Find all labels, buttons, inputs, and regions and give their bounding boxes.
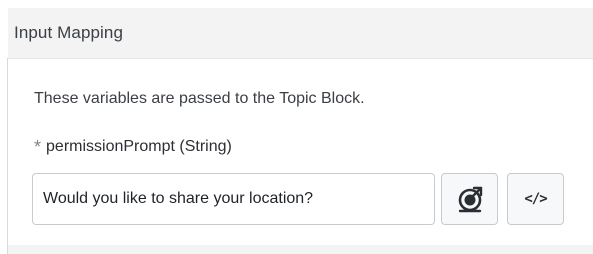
code-icon: </> (524, 191, 547, 207)
input-mapping-panel: Input Mapping These variables are passed… (0, 0, 593, 254)
section-header: Input Mapping (8, 8, 593, 59)
resource-picker-icon (458, 186, 482, 213)
section-title: Input Mapping (14, 23, 124, 42)
field-label: permissionPrompt (String) (46, 138, 232, 155)
section-description: These variables are passed to the Topic … (34, 90, 365, 107)
permission-prompt-input[interactable] (32, 173, 435, 225)
resource-picker-button[interactable] (441, 173, 498, 225)
section-body: These variables are passed to the Topic … (8, 59, 593, 245)
field-label-row: * permissionPrompt (String) (34, 138, 232, 156)
section-footer (8, 245, 593, 254)
required-marker: * (34, 137, 42, 157)
code-editor-button[interactable]: </> (507, 173, 564, 225)
